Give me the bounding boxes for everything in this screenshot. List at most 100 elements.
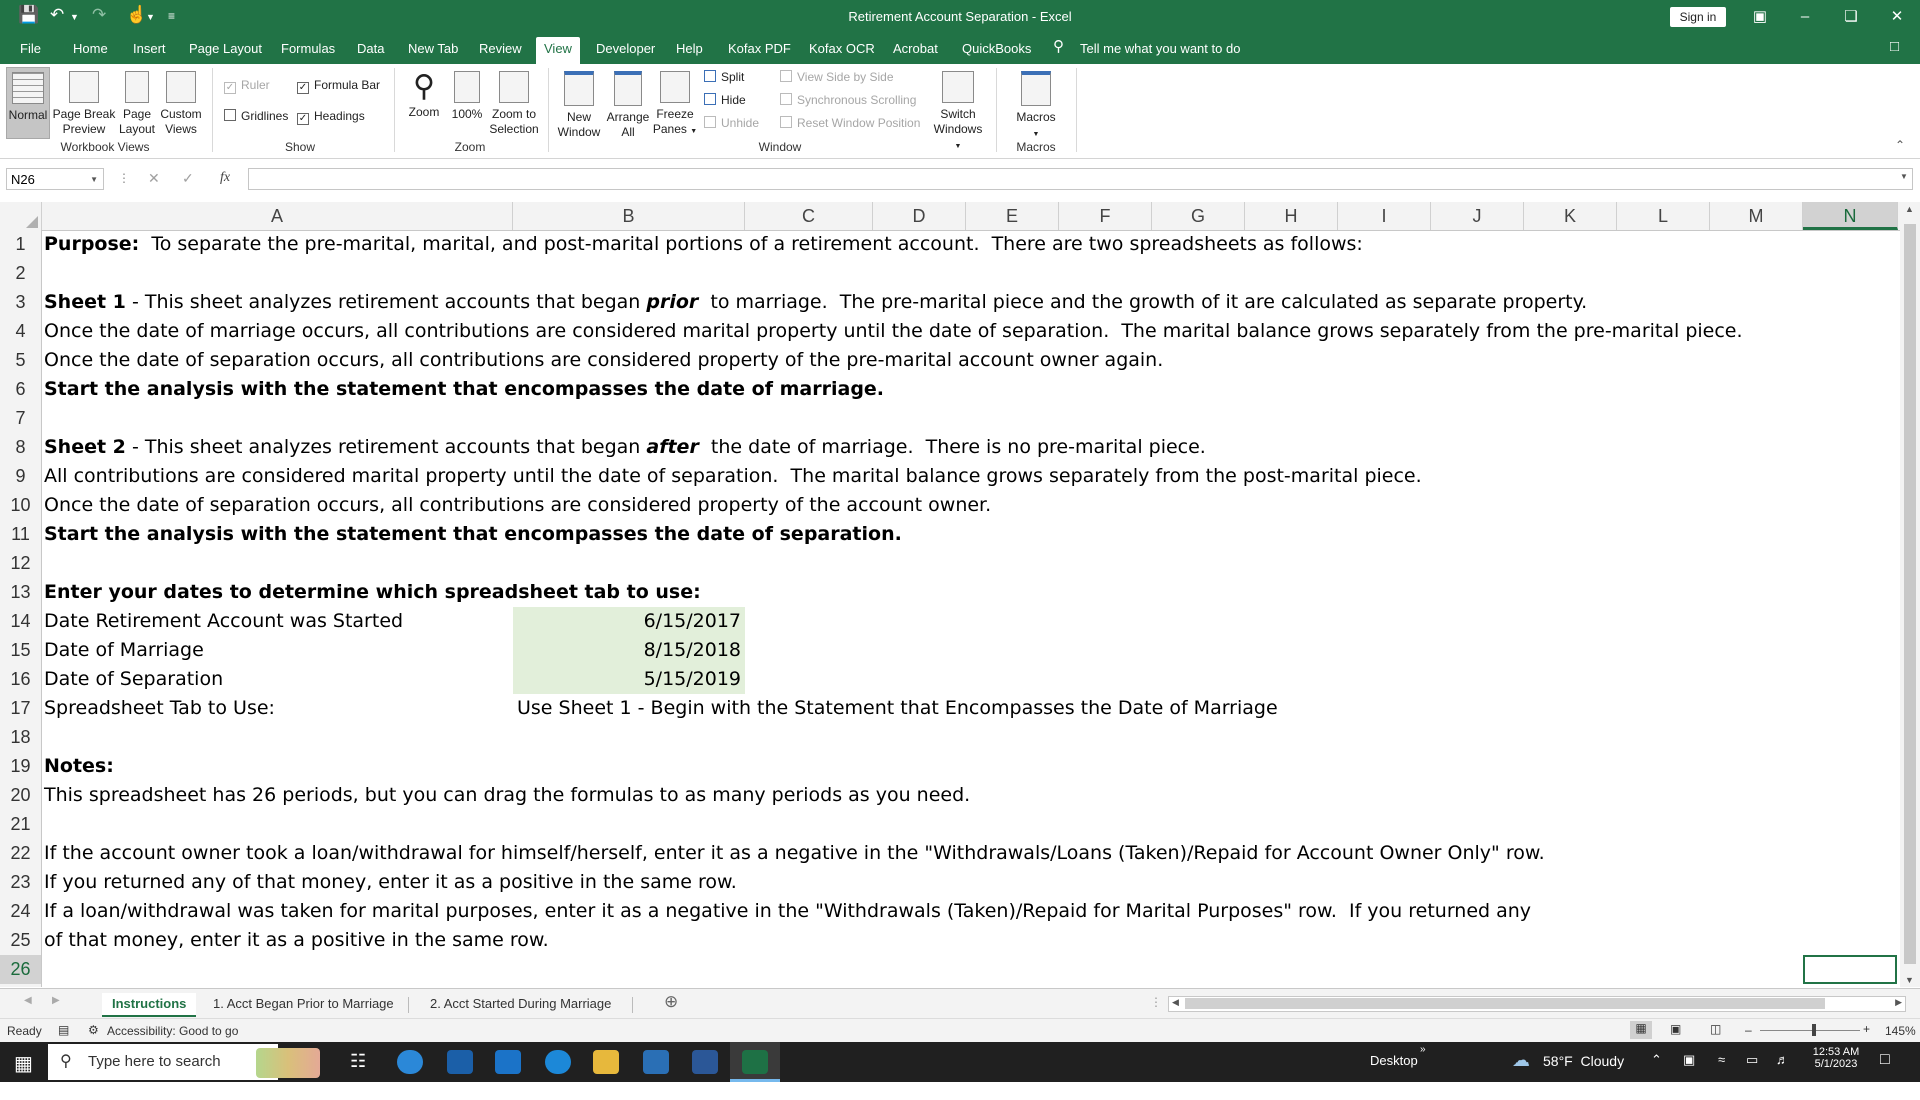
switch-windows-button[interactable]: Switch Windows ▼ (930, 71, 986, 154)
row-header-9[interactable]: 9 (0, 462, 41, 491)
tell-me-search[interactable]: Tell me what you want to do (1080, 41, 1240, 63)
browser-app-icon[interactable] (545, 1050, 571, 1074)
formula-input[interactable] (248, 168, 1913, 190)
battery-icon[interactable]: ▭ (1746, 1052, 1758, 1068)
close-button[interactable]: ✕ (1882, 4, 1912, 30)
cell-a22[interactable]: If the account owner took a loan/withdra… (44, 839, 1545, 868)
show-hidden-icons[interactable]: ⌃ (1651, 1052, 1662, 1068)
horizontal-scrollbar[interactable]: ◀ ▶ (1168, 996, 1906, 1012)
page-layout-view-button[interactable]: Page Layout (118, 71, 156, 137)
column-header-h[interactable]: H (1245, 202, 1338, 230)
row-header-4[interactable]: 4 (0, 317, 41, 346)
cell-a25[interactable]: of that money, enter it as a positive in… (44, 926, 549, 955)
weather[interactable]: 58°F Cloudy (1543, 1053, 1624, 1069)
new-window-button[interactable]: New Window (556, 71, 602, 140)
column-header-e[interactable]: E (966, 202, 1059, 230)
scroll-down-icon[interactable]: ▼ (1905, 975, 1914, 985)
row-header-12[interactable]: 12 (0, 549, 41, 578)
column-header-l[interactable]: L (1617, 202, 1710, 230)
new-sheet-icon[interactable]: ⊕ (664, 992, 678, 1012)
task-view-icon[interactable]: ☷ (350, 1051, 366, 1072)
tab-split-handle-icon[interactable]: ⋮ (1150, 995, 1162, 1009)
tab-insert[interactable]: Insert (133, 41, 166, 63)
restore-button[interactable]: ❏ (1836, 4, 1866, 30)
row-header-25[interactable]: 25 (0, 926, 41, 955)
tab-kofax-ocr[interactable]: Kofax OCR (809, 41, 875, 63)
normal-view-status-icon[interactable]: ▦ (1630, 1021, 1652, 1039)
formula-bar-checkbox[interactable]: ✓ Formula Bar (297, 78, 380, 94)
page-break-preview-button[interactable]: Page Break Preview (52, 71, 116, 137)
cell-a9[interactable]: All contributions are considered marital… (44, 462, 1422, 491)
word-icon[interactable] (692, 1050, 718, 1074)
cell-a5[interactable]: Once the date of separation occurs, all … (44, 346, 1163, 375)
sheet-grid[interactable]: Purpose: To separate the pre-marital, ma… (42, 230, 1900, 987)
tab-acrobat[interactable]: Acrobat (893, 41, 938, 63)
clock[interactable]: 12:53 AM 5/1/2023 (1808, 1046, 1864, 1070)
zoom-slider-thumb[interactable] (1812, 1024, 1816, 1036)
column-header-n[interactable]: N (1803, 202, 1898, 230)
cell-a24[interactable]: If a loan/withdrawal was taken for marit… (44, 897, 1531, 926)
zoom-button[interactable]: ⚲ Zoom (404, 71, 444, 120)
wifi-icon[interactable]: ≈ (1718, 1052, 1725, 1067)
tab-page-layout[interactable]: Page Layout (189, 41, 262, 63)
macro-record-icon[interactable]: ▤ (58, 1023, 69, 1037)
scroll-left-icon[interactable]: ◀ (1172, 997, 1179, 1008)
cell-a11[interactable]: Start the analysis with the statement th… (44, 520, 902, 549)
column-header-m[interactable]: M (1710, 202, 1803, 230)
insert-function-icon[interactable]: fx (220, 170, 230, 186)
zoom-100-button[interactable]: 100% (448, 71, 486, 122)
page-break-status-icon[interactable]: ◫ (1710, 1022, 1721, 1036)
cell-a16[interactable]: Date of Separation (44, 665, 223, 694)
cell-a1[interactable]: Purpose: To separate the pre-marital, ma… (44, 230, 1363, 259)
row-header-3[interactable]: 3 (0, 288, 41, 317)
chevron-down-icon[interactable]: ▼ (90, 169, 98, 191)
split-button[interactable]: Split (704, 70, 744, 84)
page-layout-status-icon[interactable]: ▣ (1670, 1022, 1681, 1036)
cell-a13[interactable]: Enter your dates to determine which spre… (44, 578, 701, 607)
sheet-tab-instructions[interactable]: Instructions (102, 993, 197, 1017)
row-header-16[interactable]: 16 (0, 665, 41, 694)
row-header-18[interactable]: 18 (0, 723, 41, 752)
meet-now-icon[interactable]: ▣ (1683, 1052, 1695, 1068)
next-sheet-icon[interactable]: ▶ (52, 995, 60, 1006)
cell-a15[interactable]: Date of Marriage (44, 636, 204, 665)
row-header-10[interactable]: 10 (0, 491, 41, 520)
ribbon-display-icon[interactable]: ▣ (1745, 4, 1775, 30)
volume-icon[interactable]: ♬ (1776, 1052, 1789, 1067)
edge-icon[interactable] (397, 1050, 423, 1074)
sign-in-button[interactable]: Sign in (1670, 7, 1726, 27)
row-header-23[interactable]: 23 (0, 868, 41, 897)
tab-file[interactable]: File (20, 41, 41, 63)
sheet-tab-acct-during[interactable]: 2. Acct Started During Marriage (430, 993, 611, 1015)
sheet-tab-acct-prior[interactable]: 1. Acct Began Prior to Marriage (213, 993, 394, 1015)
taskbar-search[interactable]: ⚲ Type here to search (48, 1044, 278, 1080)
row-header-13[interactable]: 13 (0, 578, 41, 607)
gridlines-checkbox[interactable]: Gridlines (224, 109, 288, 123)
zoom-to-selection-button[interactable]: Zoom to Selection (488, 71, 540, 137)
row-header-7[interactable]: 7 (0, 404, 41, 433)
scroll-up-icon[interactable]: ▲ (1905, 204, 1914, 214)
column-header-b[interactable]: B (513, 202, 745, 230)
tab-developer[interactable]: Developer (596, 41, 655, 63)
search-highlight-icon[interactable] (256, 1048, 320, 1078)
column-header-c[interactable]: C (745, 202, 873, 230)
zoom-in-icon[interactable]: + (1863, 1022, 1870, 1036)
row-header-26[interactable]: 26 (0, 955, 41, 984)
normal-view-button[interactable]: Normal (6, 67, 50, 139)
column-header-a[interactable]: A (42, 202, 513, 230)
zoom-level[interactable]: 145% (1885, 1024, 1916, 1038)
vertical-scroll-thumb[interactable] (1904, 224, 1916, 964)
date-input-b14[interactable]: 6/15/2017 (513, 607, 745, 636)
date-input-b16[interactable]: 5/15/2019 (513, 665, 745, 694)
tab-new-tab[interactable]: New Tab (408, 41, 458, 63)
accessibility-icon[interactable]: ⚙ (88, 1023, 99, 1037)
collapse-ribbon-icon[interactable]: ⌃ (1895, 138, 1905, 152)
vertical-scrollbar[interactable]: ▲ ▼ (1900, 202, 1920, 987)
file-explorer-icon[interactable] (593, 1050, 619, 1074)
cell-a6[interactable]: Start the analysis with the statement th… (44, 375, 884, 404)
date-input-b15[interactable]: 8/15/2018 (513, 636, 745, 665)
excel-icon[interactable] (742, 1050, 768, 1074)
tab-home[interactable]: Home (73, 41, 108, 63)
row-header-8[interactable]: 8 (0, 433, 41, 462)
cell-a19[interactable]: Notes: (44, 752, 114, 781)
